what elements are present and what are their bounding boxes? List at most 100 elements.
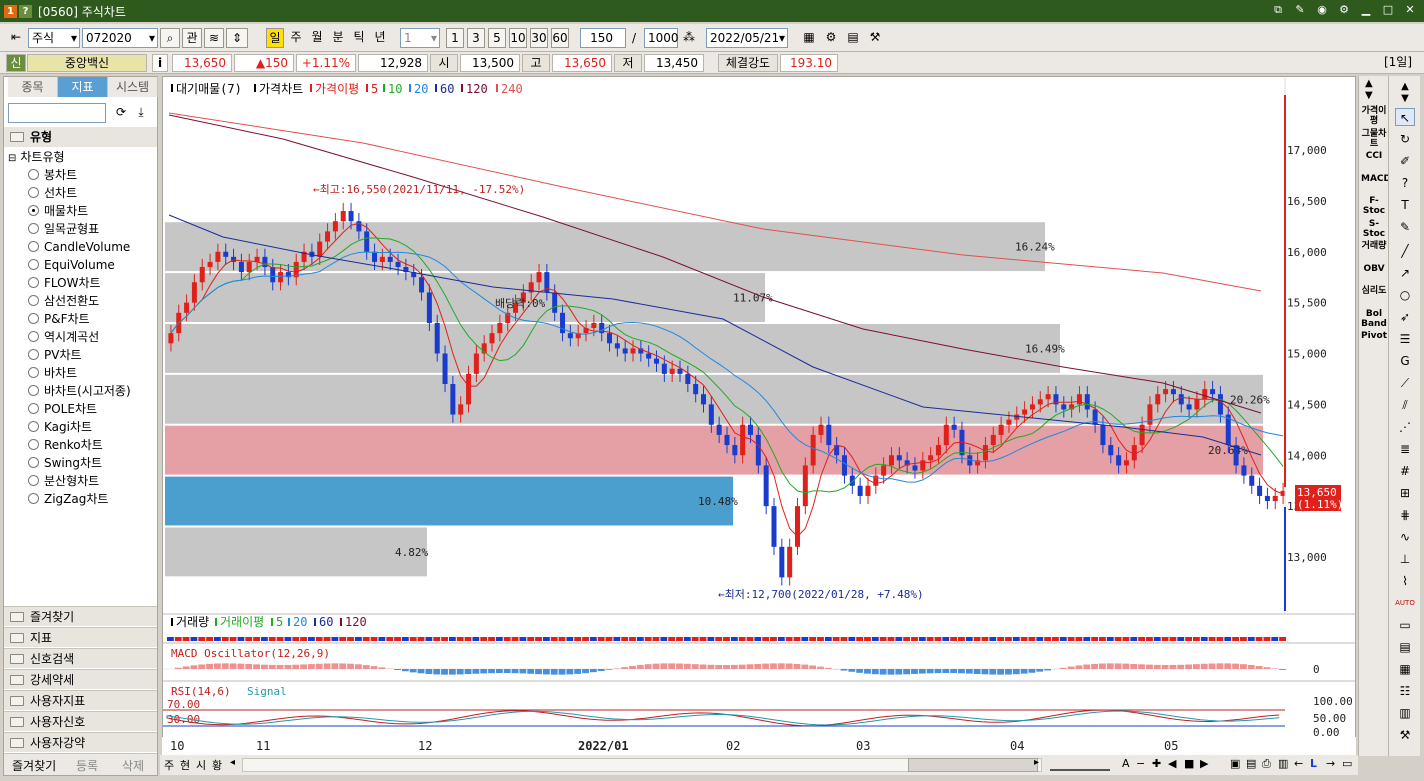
chart-type-7[interactable]: 삼선전환도 bbox=[28, 292, 99, 310]
radio-button[interactable] bbox=[28, 313, 39, 324]
pencil-icon[interactable]: ✎ bbox=[1395, 218, 1415, 236]
interval-60[interactable]: 60 bbox=[551, 28, 569, 48]
subgroup-chart-type[interactable]: ⊟ 차트유형 bbox=[8, 148, 65, 166]
indicator-shortcut-8[interactable]: 심리도 bbox=[1361, 286, 1387, 296]
chart-type-12[interactable]: 바차트(시고저종) bbox=[28, 382, 131, 400]
indicator-shortcut-2[interactable]: CCI bbox=[1361, 151, 1387, 161]
rotate-icon[interactable]: ↻ bbox=[1395, 130, 1415, 148]
updown-icon[interactable]: ⇕ bbox=[226, 28, 248, 48]
radio-button[interactable] bbox=[28, 439, 39, 450]
radio-button[interactable] bbox=[28, 241, 39, 252]
chart-type-11[interactable]: 바차트 bbox=[28, 364, 77, 382]
tab-hyeon[interactable]: 현 bbox=[180, 757, 190, 773]
chart-type-10[interactable]: PV차트 bbox=[28, 346, 82, 364]
indicator-shortcut-1[interactable]: 그물차트 bbox=[1361, 129, 1387, 149]
brush-icon[interactable]: ⌇ bbox=[1395, 572, 1415, 590]
period-tick[interactable]: 틱 bbox=[350, 28, 368, 48]
stack-icon[interactable]: ≋ bbox=[204, 28, 224, 48]
circle-icon[interactable]: ○ bbox=[1395, 286, 1415, 304]
settings-icon[interactable]: ⚙ bbox=[822, 28, 840, 48]
period-day[interactable]: 일 bbox=[266, 28, 284, 48]
zoom-slider[interactable] bbox=[1050, 759, 1110, 771]
doc-icon[interactable]: ▤ bbox=[1395, 638, 1415, 656]
radio-button[interactable] bbox=[28, 421, 39, 432]
trend-icon[interactable]: ⟋ bbox=[1395, 374, 1415, 392]
wrench-icon[interactable]: ⚒ bbox=[1395, 726, 1415, 744]
stop-icon[interactable]: ■ bbox=[1184, 757, 1194, 770]
search-icon[interactable]: ⌕ bbox=[160, 28, 180, 48]
cursor-icon[interactable]: ↖ bbox=[1395, 108, 1415, 126]
line-icon[interactable]: ╱ bbox=[1395, 242, 1415, 260]
edit-icon[interactable]: ✎ bbox=[1292, 2, 1308, 18]
table-icon[interactable]: ▥ bbox=[1395, 704, 1415, 722]
count-input[interactable]: 150 bbox=[580, 28, 626, 48]
gwan-button[interactable]: 관 bbox=[182, 28, 202, 48]
arrow-left-icon[interactable]: ← bbox=[1294, 757, 1303, 770]
radio-button[interactable] bbox=[28, 475, 39, 486]
chart-type-16[interactable]: Swing차트 bbox=[28, 454, 102, 472]
maximize-icon[interactable]: □ bbox=[1380, 2, 1396, 18]
tab-hwang[interactable]: 황 bbox=[212, 757, 222, 773]
image-icon[interactable]: ▥ bbox=[1278, 757, 1288, 770]
grid2-icon[interactable]: ⊞ bbox=[1395, 484, 1415, 502]
scroll-right-icon[interactable]: ▸ bbox=[1034, 757, 1039, 768]
text-icon[interactable]: T bbox=[1395, 196, 1415, 214]
list-icon[interactable]: ☷ bbox=[1395, 682, 1415, 700]
indicator-shortcut-4[interactable]: F-Stoc bbox=[1361, 196, 1387, 216]
wave-icon[interactable]: ∿ bbox=[1395, 528, 1415, 546]
chart-type-3[interactable]: 일목균형표 bbox=[28, 220, 99, 238]
eraser-icon[interactable]: ✐ bbox=[1395, 152, 1415, 170]
fib-icon[interactable]: ☰ bbox=[1395, 330, 1415, 348]
window-icon[interactable]: ▭ bbox=[1395, 616, 1415, 634]
download-icon[interactable]: ⤓ bbox=[132, 105, 150, 123]
interval-30[interactable]: 30 bbox=[530, 28, 548, 48]
period-year[interactable]: 년 bbox=[371, 28, 389, 48]
chart-type-15[interactable]: Renko차트 bbox=[28, 436, 103, 454]
code-input[interactable]: 072020 ▾ bbox=[82, 28, 158, 48]
excel-icon[interactable]: ▣ bbox=[1230, 757, 1240, 770]
auto-icon[interactable]: AUTO bbox=[1395, 594, 1415, 612]
total-input[interactable]: 1000 bbox=[644, 28, 679, 48]
indicator-shortcut-6[interactable]: 거래량 bbox=[1361, 241, 1387, 251]
radio-button[interactable] bbox=[28, 205, 39, 216]
tools-icon[interactable]: ⚒ bbox=[866, 28, 884, 48]
chart-type-5[interactable]: EquiVolume bbox=[28, 256, 115, 274]
period-month[interactable]: 월 bbox=[308, 28, 326, 48]
radio-button[interactable] bbox=[28, 295, 39, 306]
folder-3[interactable]: 강세약세 bbox=[4, 669, 157, 689]
radio-button[interactable] bbox=[28, 403, 39, 414]
tab-indicators[interactable]: 지표 bbox=[58, 77, 108, 97]
folder-2[interactable]: 신호검색 bbox=[4, 648, 157, 668]
chart-type-8[interactable]: P&F차트 bbox=[28, 310, 90, 328]
gear-icon[interactable]: ⚙ bbox=[1336, 2, 1352, 18]
folder-1[interactable]: 지표 bbox=[4, 627, 157, 647]
gann-icon[interactable]: G bbox=[1395, 352, 1415, 370]
help-icon[interactable]: ? bbox=[19, 4, 32, 18]
radio-button[interactable] bbox=[28, 187, 39, 198]
radio-button[interactable] bbox=[28, 223, 39, 234]
play-icon[interactable]: ▶ bbox=[1200, 757, 1208, 770]
group-header[interactable]: 유형 bbox=[4, 127, 157, 147]
print-icon[interactable]: ⎙ bbox=[1262, 757, 1271, 771]
chart-type-14[interactable]: Kagi차트 bbox=[28, 418, 92, 436]
chart-type-2[interactable]: 매물차트 bbox=[28, 202, 88, 220]
zoom-in-icon[interactable]: ✚ bbox=[1152, 757, 1161, 770]
chart-canvas[interactable]: 대기매물(7) 가격차트 가격이평 5 10 20 60 120 24016.24%11.07%… bbox=[163, 77, 1355, 755]
channel-icon[interactable]: ⫽ bbox=[1395, 396, 1415, 414]
indicator-shortcut-10[interactable]: Pivot bbox=[1361, 331, 1387, 341]
question-icon[interactable]: ? bbox=[1395, 174, 1415, 192]
period-minute[interactable]: 분 bbox=[329, 28, 347, 48]
zoom-out-icon[interactable]: − bbox=[1136, 757, 1145, 770]
favorites-button[interactable]: 즐겨찾기 bbox=[12, 757, 56, 774]
chart-settings-icon[interactable]: ▦ bbox=[800, 28, 818, 48]
radio-button[interactable] bbox=[28, 331, 39, 342]
radio-button[interactable] bbox=[28, 457, 39, 468]
register-button[interactable]: 등록 bbox=[76, 757, 98, 774]
date-input[interactable]: 2022/05/21 ▾ bbox=[706, 28, 788, 48]
delete-button[interactable]: 삭제 bbox=[122, 757, 144, 774]
grid-icon[interactable]: ⁂ bbox=[680, 28, 698, 48]
level-icon[interactable]: ⊥ bbox=[1395, 550, 1415, 568]
interval-3[interactable]: 3 bbox=[467, 28, 485, 48]
folder-6[interactable]: 사용자강약 bbox=[4, 732, 157, 752]
rewind-icon[interactable]: ◀ bbox=[1168, 757, 1176, 770]
